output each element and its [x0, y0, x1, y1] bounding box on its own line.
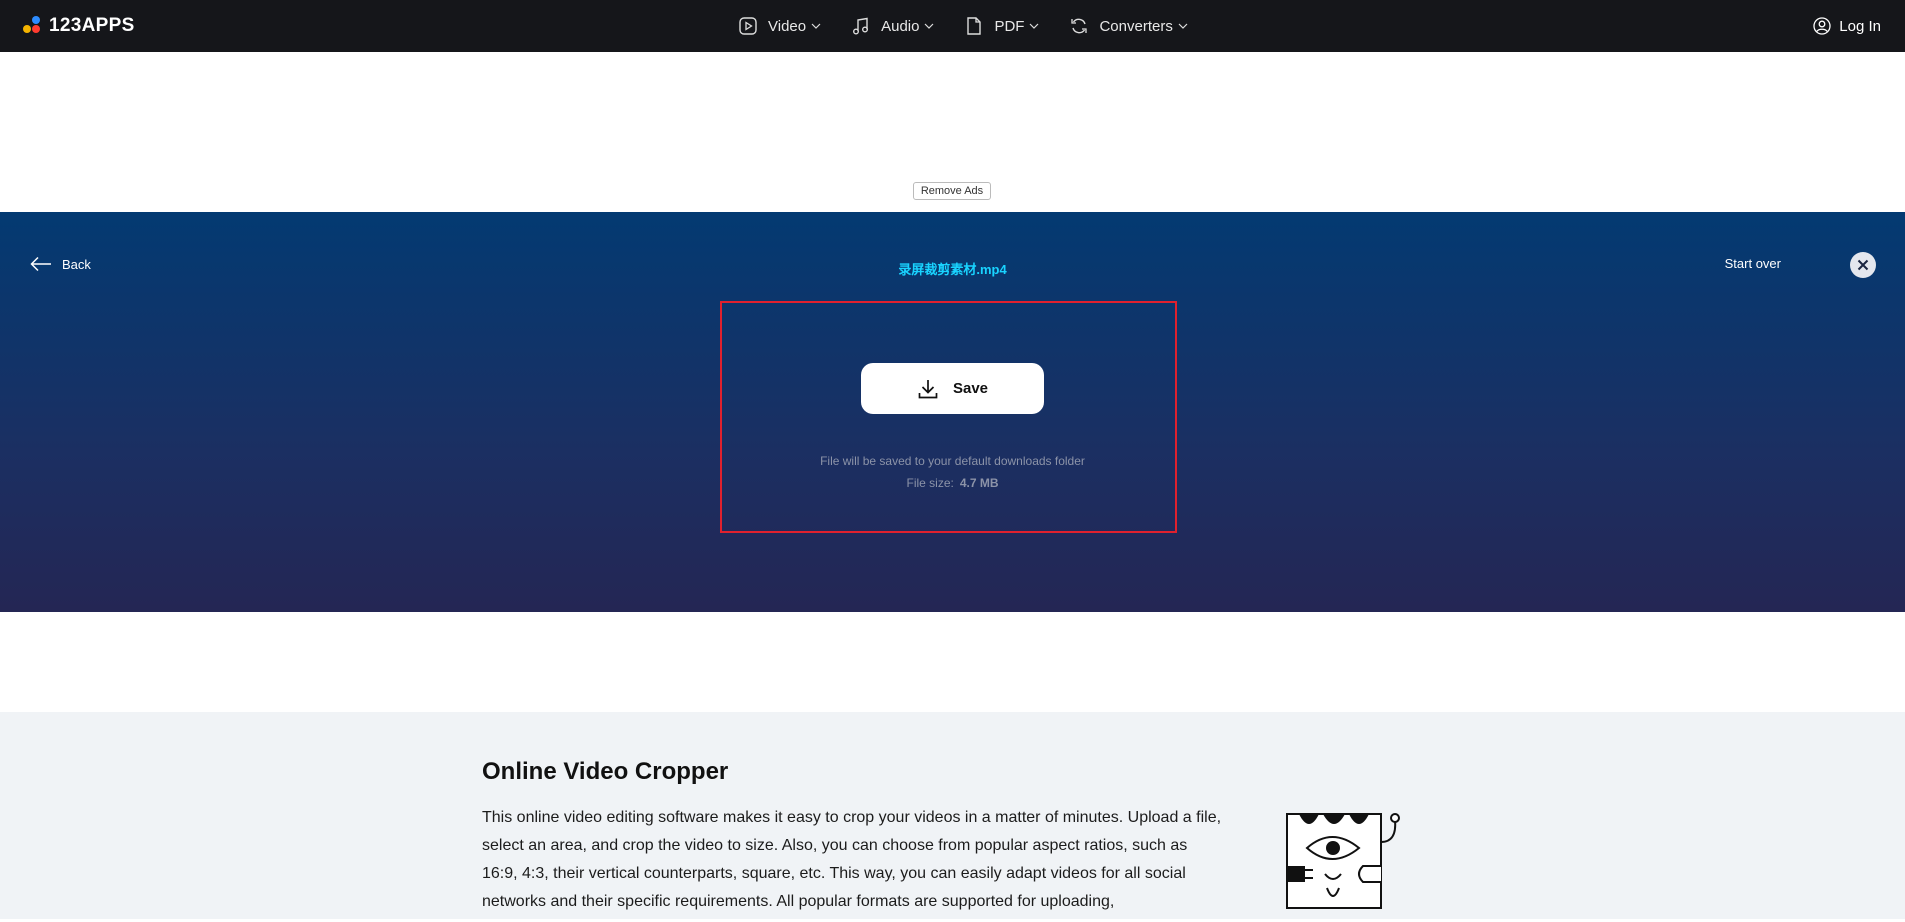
section-description: This online video editing software makes…: [482, 809, 1222, 910]
save-location-note: File will be saved to your default downl…: [820, 454, 1085, 468]
file-size-label: File size:: [906, 476, 954, 490]
file-size-value: 4.7 MB: [959, 476, 999, 490]
nav-converters[interactable]: Converters: [1069, 16, 1188, 36]
chevron-down-icon: [1030, 23, 1039, 29]
download-icon: [918, 379, 938, 398]
user-icon: [1813, 17, 1831, 35]
nav-video-label: Video: [768, 17, 807, 35]
section-spacer: [0, 612, 1905, 712]
save-highlight-box: [720, 301, 1177, 533]
music-note-icon: [853, 17, 869, 35]
close-icon: [1857, 259, 1869, 271]
document-icon: [967, 17, 982, 35]
nav-audio[interactable]: Audio: [851, 16, 934, 36]
login-label: Log In: [1839, 17, 1881, 35]
nav-video[interactable]: Video: [738, 16, 821, 36]
main-nav: Video Audio PDF Converters: [738, 0, 1218, 52]
file-size-info: File size: 4.7 MB: [0, 476, 1905, 490]
nav-pdf[interactable]: PDF: [964, 16, 1039, 36]
video-play-icon: [739, 17, 757, 35]
remove-ads-button[interactable]: Remove Ads: [913, 182, 991, 200]
chevron-down-icon: [811, 23, 821, 29]
section-title: Online Video Cropper: [482, 758, 729, 785]
refresh-icon: [1071, 18, 1088, 34]
file-name: 录屏裁剪素材.mp4: [898, 262, 1007, 277]
cropper-mascot-illustration: [1286, 813, 1400, 909]
nav-converters-label: Converters: [1099, 17, 1173, 35]
save-button[interactable]: Save: [861, 363, 1044, 414]
logo-text: 123APPS: [49, 15, 135, 36]
logo[interactable]: 123APPS: [23, 13, 135, 39]
nav-pdf-label: PDF: [994, 17, 1025, 35]
save-label: Save: [952, 380, 989, 397]
close-button[interactable]: [1850, 252, 1876, 278]
nav-audio-label: Audio: [881, 17, 920, 35]
chevron-down-icon: [1178, 23, 1188, 29]
logo-dots-icon: [23, 15, 45, 37]
login-button[interactable]: Log In: [1813, 0, 1881, 52]
info-section: Online Video Cropper This online video e…: [0, 712, 1905, 919]
top-navbar: 123APPS Video Audio PDF Converters Log I…: [0, 0, 1905, 52]
start-over-button[interactable]: Start over: [1725, 256, 1781, 271]
chevron-down-icon: [925, 23, 934, 29]
